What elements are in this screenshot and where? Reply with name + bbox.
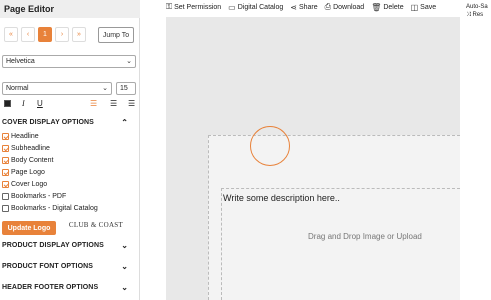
option-page-logo[interactable]: Page Logo (2, 167, 45, 177)
font-family-value: Helvetica (6, 58, 35, 65)
product-font-options-header[interactable]: PRODUCT FONT OPTIONS ⌄ (0, 262, 140, 271)
update-logo-button[interactable]: Update Logo (2, 221, 56, 235)
download-button[interactable]: ⎙ Download (325, 2, 365, 12)
font-size-value: 15 (120, 85, 128, 92)
product-display-options-header[interactable]: PRODUCT DISPLAY OPTIONS ⌄ (0, 241, 140, 250)
button-label: Set Permission (174, 3, 222, 11)
checkbox[interactable] (2, 144, 9, 152)
align-left-icon[interactable]: ☰ (90, 99, 97, 108)
last-page-button[interactable]: » (72, 27, 86, 42)
delete-button[interactable]: 🗑 Delete (371, 3, 403, 12)
option-subheadline[interactable]: Subheadline (2, 143, 50, 153)
top-toolbar: ⚿ Set Permission ▭ Digital Catalog ⋖ Sha… (166, 0, 491, 14)
section-label: COVER DISPLAY OPTIONS (2, 119, 94, 126)
set-permission-button[interactable]: ⚿ Set Permission (166, 2, 221, 12)
canvas-margin (460, 17, 491, 300)
description-text[interactable]: Write some description here.. (223, 193, 340, 203)
jump-to-button[interactable]: Jump To (98, 27, 134, 43)
current-page-button[interactable]: 1 (38, 27, 52, 42)
cover-display-options-header[interactable]: COVER DISPLAY OPTIONS ⌃ (0, 118, 140, 127)
option-label: Headline (11, 132, 39, 140)
chevron-down-icon: ⌄ (102, 85, 108, 92)
checkbox[interactable] (2, 180, 9, 188)
checkbox[interactable] (2, 168, 9, 176)
option-label: Body Content (11, 156, 54, 164)
logo-text: CLUB & COAST (68, 221, 124, 229)
align-center-icon[interactable]: ☰ (110, 99, 117, 108)
pagination: « ‹ 1 › » (4, 27, 86, 43)
editor-sidebar: Page Editor « ‹ 1 › » Jump To Helvetica … (0, 0, 140, 300)
sidebar-title: Page Editor (0, 0, 140, 18)
header-footer-options-header[interactable]: HEADER FOOTER OPTIONS ⌄ (0, 283, 140, 292)
option-bookmarks-pdf[interactable]: Bookmarks - PDF (2, 191, 66, 201)
button-label: Delete (383, 3, 404, 11)
chevron-down-icon: ⌄ (121, 283, 128, 292)
option-label: Bookmarks - PDF (11, 192, 67, 200)
chevron-up-icon: ⌃ (121, 118, 128, 127)
font-size-select[interactable]: 15 (116, 82, 136, 95)
italic-button[interactable]: I (22, 99, 25, 108)
font-family-select[interactable]: Helvetica ⌄ (2, 55, 136, 68)
download-icon: ⎙ (324, 2, 332, 11)
prev-page-button[interactable]: ‹ (21, 27, 35, 42)
save-button[interactable]: ◫ Save (411, 3, 437, 12)
checkbox[interactable] (2, 204, 9, 212)
key-icon: ⚿ (166, 2, 173, 11)
option-bookmarks-digital-catalog[interactable]: Bookmarks - Digital Catalog (2, 203, 98, 213)
share-icon: ⋖ (290, 2, 297, 12)
share-button[interactable]: ⋖ Share (290, 3, 317, 12)
trash-icon: 🗑 (371, 2, 382, 12)
checkbox[interactable] (2, 132, 9, 140)
option-cover-logo[interactable]: Cover Logo (2, 179, 47, 189)
button-label: Save (420, 3, 437, 11)
checkbox[interactable] (2, 192, 9, 200)
first-page-button[interactable]: « (4, 27, 18, 42)
logo-placeholder-circle[interactable] (250, 126, 290, 166)
auto-save-label: Auto-Sa (466, 4, 488, 10)
description-box[interactable] (221, 188, 460, 300)
button-label: Download (333, 3, 365, 11)
next-page-button[interactable]: › (55, 27, 69, 42)
option-body-content[interactable]: Body Content (2, 155, 53, 165)
button-label: Share (298, 3, 318, 11)
underline-button[interactable]: U (37, 99, 43, 108)
align-right-icon[interactable]: ☰ (128, 99, 135, 108)
section-label: PRODUCT DISPLAY OPTIONS (2, 242, 104, 249)
option-headline[interactable]: Headline (2, 131, 39, 141)
chevron-down-icon: ⌄ (121, 241, 128, 250)
brand-logo: CLUB & COAST (66, 221, 126, 235)
button-label: Digital Catalog (237, 3, 284, 11)
font-weight-select[interactable]: Normal ⌄ (2, 82, 112, 95)
section-label: HEADER FOOTER OPTIONS (2, 284, 99, 291)
chevron-down-icon: ⌄ (121, 262, 128, 271)
digital-catalog-button[interactable]: ▭ Digital Catalog (228, 3, 283, 12)
option-label: Cover Logo (11, 180, 48, 188)
option-label: Bookmarks - Digital Catalog (11, 204, 98, 212)
save-icon: ◫ (410, 2, 419, 12)
option-label: Subheadline (11, 144, 50, 152)
format-toolbar: I U ☰ ☰ ☰ (4, 99, 138, 109)
section-label: PRODUCT FONT OPTIONS (2, 263, 94, 270)
checkbox[interactable] (2, 156, 9, 164)
text-color-swatch[interactable] (4, 100, 11, 107)
font-weight-value: Normal (6, 85, 29, 92)
chevron-down-icon: ⌄ (126, 58, 132, 65)
image-upload-dropzone[interactable]: Drag and Drop Image or Upload (308, 232, 422, 241)
book-icon: ▭ (228, 2, 236, 12)
option-label: Page Logo (11, 168, 45, 176)
